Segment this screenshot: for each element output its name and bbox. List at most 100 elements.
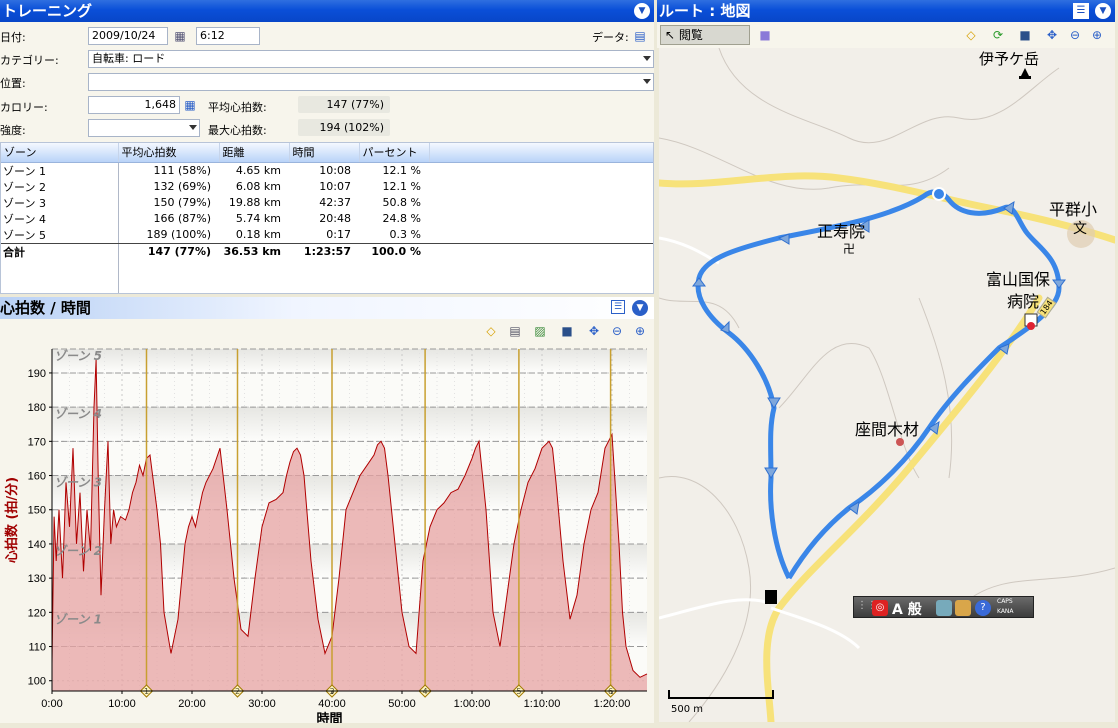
column-header[interactable]: 時間 bbox=[289, 143, 360, 163]
fit-icon[interactable]: ✥ bbox=[1044, 27, 1060, 43]
max-hr-label: 最大心拍数: bbox=[208, 124, 267, 137]
collapse-icon[interactable]: ▼ bbox=[632, 300, 648, 316]
save-icon[interactable]: ■ bbox=[559, 323, 575, 339]
date-input[interactable]: 2009/10/24 bbox=[88, 27, 168, 45]
cell: 合計 bbox=[1, 242, 118, 260]
zone-label: ゾーン 3 bbox=[54, 476, 102, 490]
cell: ゾーン 5 bbox=[3, 228, 46, 242]
chart-settings-icon[interactable]: ▨ bbox=[532, 323, 548, 339]
table-row[interactable]: ゾーン 1 111 (58%) 4.65 km 10:08 12.1 % bbox=[1, 162, 653, 179]
contour-lines bbox=[659, 48, 1115, 722]
browse-button[interactable]: ↖ 閲覧 bbox=[660, 25, 750, 45]
save-icon[interactable]: ■ bbox=[1017, 27, 1033, 43]
table-row[interactable]: ゾーン 2 132 (69%) 6.08 km 10:07 12.1 % bbox=[1, 179, 653, 195]
category-value: 自転車: ロード bbox=[92, 52, 166, 65]
scale-bar bbox=[668, 690, 774, 699]
cell: 24.8 % bbox=[382, 212, 421, 225]
data-grid-icon[interactable]: ▤ bbox=[632, 28, 648, 44]
date-label: 日付: bbox=[0, 31, 26, 44]
map-canvas[interactable] bbox=[659, 48, 1115, 722]
diamond-icon[interactable]: ◇ bbox=[483, 323, 499, 339]
chevron-down-icon bbox=[643, 56, 651, 61]
ime-tool-icon[interactable] bbox=[936, 600, 952, 616]
hospital-dot bbox=[1027, 322, 1035, 330]
hr-panel: ◇ ▤ ▨ ■ ✥ ⊖ ⊕ ゾーン 1 ゾーン 2 ゾーン 3 ゾーン 4 ゾーン 5 1… bbox=[0, 319, 654, 723]
table-icon[interactable]: ▤ bbox=[507, 323, 523, 339]
avg-hr-value: 147 (77%) bbox=[298, 96, 390, 113]
column-header[interactable]: 距離 bbox=[219, 143, 290, 163]
diamond-icon[interactable]: ◇ bbox=[963, 27, 979, 43]
scale-label: 500 m bbox=[671, 704, 704, 715]
start-marker bbox=[932, 187, 946, 201]
zoom-in-icon[interactable]: ⊕ bbox=[632, 323, 648, 339]
hr-chart[interactable]: ゾーン 1ゾーン 2ゾーン 3ゾーン 4ゾーン 5123456100110120… bbox=[0, 341, 654, 723]
temple-symbol: 卍 bbox=[843, 242, 856, 256]
collapse-icon[interactable]: ▼ bbox=[1095, 3, 1111, 19]
help-icon[interactable]: ? bbox=[975, 600, 991, 616]
x-tick-label: 0:00 bbox=[41, 698, 62, 710]
calendar-icon[interactable]: ▦ bbox=[172, 28, 188, 44]
training-title: トレーニング bbox=[2, 2, 93, 20]
cell: 20:48 bbox=[319, 212, 351, 225]
y-tick-label: 110 bbox=[28, 642, 46, 654]
cell: 132 (69%) bbox=[153, 180, 211, 193]
cell: 19.88 km bbox=[228, 196, 281, 209]
cell: 0.3 % bbox=[389, 228, 421, 241]
fit-icon[interactable]: ✥ bbox=[586, 323, 602, 339]
zone-band bbox=[52, 407, 647, 442]
cell: 4.65 km bbox=[235, 164, 281, 177]
table-row[interactable]: ゾーン 4 166 (87%) 5.74 km 20:48 24.8 % bbox=[1, 211, 653, 227]
y-tick-label: 100 bbox=[28, 676, 46, 688]
refresh-icon[interactable]: ⟳ bbox=[990, 27, 1006, 43]
square-icon[interactable]: ■ bbox=[757, 27, 773, 43]
table-row[interactable]: ゾーン 3 150 (79%) 19.88 km 42:37 50.8 % bbox=[1, 195, 653, 211]
zoom-in-icon[interactable]: ⊕ bbox=[1089, 27, 1105, 43]
ime-mode-icon[interactable]: ◎ bbox=[872, 600, 888, 616]
layout-icon[interactable]: ☰ bbox=[611, 300, 625, 314]
column-header[interactable]: パーセント bbox=[359, 143, 430, 163]
y-axis-title: 心拍数 (拍/分) bbox=[4, 477, 20, 563]
column-header[interactable]: 平均心拍数 bbox=[118, 143, 220, 163]
x-tick-label: 1:00:00 bbox=[454, 698, 491, 710]
zoom-out-icon[interactable]: ⊖ bbox=[1067, 27, 1083, 43]
place-hospital: 富山国保 bbox=[986, 270, 1051, 289]
road-lines bbox=[659, 236, 861, 650]
cell: 147 (77%) bbox=[118, 242, 219, 260]
y-tick-label: 150 bbox=[28, 505, 46, 517]
cell: ゾーン 3 bbox=[3, 196, 46, 210]
ime-dictionary-icon[interactable] bbox=[955, 600, 971, 616]
x-tick-label: 40:00 bbox=[318, 698, 346, 710]
y-tick-label: 160 bbox=[28, 471, 46, 483]
location-label: 位置: bbox=[0, 77, 26, 90]
location-select[interactable] bbox=[88, 73, 654, 91]
avg-hr-label: 平均心拍数: bbox=[208, 101, 267, 114]
column-header[interactable]: ゾーン bbox=[1, 143, 119, 163]
route-track bbox=[695, 189, 1062, 580]
intensity-select[interactable] bbox=[88, 119, 200, 137]
hr-panel-title: 心拍数 / 時間 bbox=[0, 299, 91, 317]
ime-input-mode[interactable]: A 般 bbox=[892, 599, 922, 619]
cell: 150 (79%) bbox=[153, 196, 211, 209]
table-row[interactable]: ゾーン 5 189 (100%) 0.18 km 0:17 0.3 % bbox=[1, 227, 653, 244]
gas-station-icon bbox=[765, 590, 777, 604]
zone-table-container: ゾーン 平均心拍数 距離 時間 パーセント ゾーン 1 111 (58%) 4.… bbox=[0, 142, 654, 294]
cell: 10:07 bbox=[319, 180, 351, 193]
intensity-label: 強度: bbox=[0, 124, 26, 137]
calories-input[interactable]: 1,648 bbox=[88, 96, 180, 114]
map-toolbar: ↖ 閲覧 ■ ◇ ⟳ ■ ✥ ⊖ ⊕ bbox=[657, 22, 1115, 48]
x-axis-title: 時間 bbox=[316, 711, 342, 723]
training-header: トレーニング ▼ bbox=[0, 0, 654, 22]
calculator-icon[interactable]: ▦ bbox=[182, 97, 198, 113]
ime-toolbar: ⋮⋮ ◎ A 般 ? CAPS KANA bbox=[853, 596, 1034, 618]
time-input[interactable]: 6:12 bbox=[196, 27, 260, 45]
map-view[interactable]: 伊予ケ岳 正寿院 卍 平群小 文 富山国保 病院 座間木材 184 500 m … bbox=[659, 48, 1115, 722]
cell: 0.18 km bbox=[235, 228, 281, 241]
layout-icon[interactable]: ☰ bbox=[1073, 3, 1089, 19]
zone-label: ゾーン 5 bbox=[54, 349, 102, 363]
collapse-icon[interactable]: ▼ bbox=[634, 3, 650, 19]
table-header-row: ゾーン 平均心拍数 距離 時間 パーセント bbox=[1, 143, 653, 163]
zone-label: ゾーン 4 bbox=[54, 407, 102, 421]
zoom-out-icon[interactable]: ⊖ bbox=[609, 323, 625, 339]
y-tick-label: 130 bbox=[28, 573, 46, 585]
category-select[interactable]: 自転車: ロード bbox=[88, 50, 654, 68]
